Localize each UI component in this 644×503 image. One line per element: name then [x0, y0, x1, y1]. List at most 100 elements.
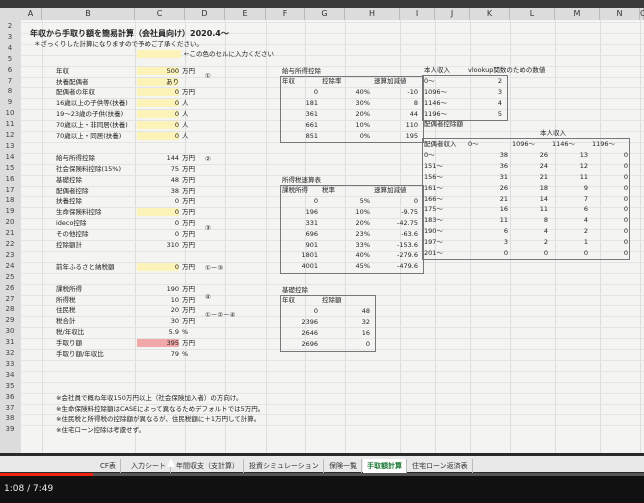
vlookup-cell: 1146～ — [424, 98, 448, 107]
haigu-cell: 0 — [623, 150, 628, 159]
row-number[interactable]: 15 — [0, 164, 20, 173]
mark-4: ④ — [205, 293, 211, 301]
column-header-o[interactable]: O — [640, 8, 644, 20]
row-number[interactable]: 2 — [0, 22, 20, 31]
haigu-cell: 0～ — [424, 150, 435, 159]
column-header-c[interactable]: C — [135, 8, 185, 20]
row-number[interactable]: 21 — [0, 229, 20, 238]
row-number[interactable]: 36 — [0, 393, 20, 402]
sheet-tab-4[interactable]: 保険一覧 — [325, 459, 362, 473]
haigu-cell: 0 — [623, 183, 628, 192]
shotoku-table-cell: 40% — [355, 251, 370, 260]
row-number[interactable]: 38 — [0, 414, 20, 423]
field-value[interactable]: 0 — [137, 121, 179, 130]
row-number[interactable]: 17 — [0, 186, 20, 195]
shotoku-table-cell: 33% — [355, 240, 370, 249]
field-value[interactable]: 0 — [137, 262, 179, 271]
field-value[interactable]: あり — [137, 77, 179, 86]
field-label: 16歳以上の子供等(扶養) — [56, 99, 128, 108]
row-number[interactable]: 14 — [0, 153, 20, 162]
column-header-i[interactable]: I — [400, 8, 435, 20]
column-header-d[interactable]: D — [185, 8, 225, 20]
haigu-cell: 9 — [583, 183, 588, 192]
haigu-cell: 2 — [543, 238, 548, 247]
column-header-g[interactable]: G — [305, 8, 345, 20]
field-label: ideco控除 — [56, 219, 87, 228]
sheet-tab-2[interactable]: 年間収支（支計算） — [172, 459, 244, 473]
row-number[interactable]: 29 — [0, 316, 20, 325]
row-number[interactable]: 39 — [0, 425, 20, 434]
row-number[interactable]: 8 — [0, 87, 20, 96]
field-value: 310 — [166, 241, 179, 249]
row-number[interactable]: 37 — [0, 404, 20, 413]
column-header-j[interactable]: J — [435, 8, 470, 20]
column-header-l[interactable]: L — [510, 8, 555, 20]
sheet-tab-0[interactable]: CF表 — [96, 459, 121, 473]
vlookup-cell: 0～ — [424, 77, 435, 85]
field-value[interactable]: 500 — [137, 66, 179, 75]
sheet-tab-3[interactable]: 投資シミュレーション — [245, 459, 324, 473]
row-number[interactable]: 6 — [0, 66, 20, 75]
haigu-cell: 0 — [623, 216, 628, 225]
field-value[interactable]: 0 — [137, 110, 179, 119]
field-value[interactable]: 0 — [137, 132, 179, 140]
haigu-cell: 4 — [583, 216, 588, 225]
row-number[interactable]: 18 — [0, 196, 20, 205]
row-number[interactable]: 19 — [0, 207, 20, 216]
gridline-col-a — [20, 20, 21, 453]
row-number[interactable]: 30 — [0, 327, 20, 336]
row-number[interactable]: 27 — [0, 295, 20, 304]
row-number[interactable]: 11 — [0, 120, 20, 129]
shotoku-table-title: 所得税速算表 — [282, 176, 321, 184]
row-number[interactable]: 35 — [0, 382, 20, 391]
haigu-cell: 156～ — [424, 172, 443, 181]
row-number[interactable]: 12 — [0, 131, 20, 140]
column-header-b[interactable]: B — [42, 8, 135, 20]
sheet-tab-1[interactable]: 入力シート — [127, 459, 171, 473]
row-number[interactable]: 9 — [0, 98, 20, 107]
row-number[interactable]: 3 — [0, 33, 20, 42]
column-header-h[interactable]: H — [345, 8, 400, 20]
row-number[interactable]: 22 — [0, 240, 20, 249]
vlookup-cell: 3 — [497, 87, 502, 96]
column-header-a[interactable]: A — [20, 8, 42, 20]
row-number[interactable]: 4 — [0, 44, 20, 53]
field-value[interactable]: 0 — [137, 99, 179, 108]
field-label: 70歳以上・同居(扶養) — [56, 132, 122, 140]
kyuyo-table-cell: 30% — [355, 98, 370, 107]
row-number[interactable]: 26 — [0, 284, 20, 293]
kiso-table-cell: 32 — [361, 317, 370, 326]
row-number[interactable]: 7 — [0, 77, 20, 86]
column-header-k[interactable]: K — [470, 8, 510, 20]
field-value: 5.9 — [168, 328, 179, 337]
field-label: 税/年収比 — [56, 328, 85, 337]
column-header-m[interactable]: M — [555, 8, 600, 20]
column-header-n[interactable]: N — [600, 8, 640, 20]
haigu-cell: 31 — [499, 172, 508, 181]
haigu-cell: 13 — [579, 150, 588, 159]
field-value[interactable]: 0 — [137, 208, 179, 217]
column-header-f[interactable]: F — [266, 8, 305, 20]
row-number[interactable]: 32 — [0, 349, 20, 358]
row-number[interactable]: 34 — [0, 371, 20, 380]
video-progress-bar[interactable] — [0, 473, 644, 476]
row-number[interactable]: 20 — [0, 218, 20, 227]
row-number[interactable]: 13 — [0, 142, 20, 151]
row-number[interactable]: 25 — [0, 273, 20, 282]
row-number[interactable]: 5 — [0, 55, 20, 64]
row-number[interactable]: 10 — [0, 109, 20, 118]
column-header-e[interactable]: E — [225, 8, 266, 20]
row-number[interactable]: 23 — [0, 251, 20, 260]
shotoku-table-cell: -42.75 — [397, 218, 418, 227]
sheet-tab-6[interactable]: 住宅ローン返済表 — [408, 459, 473, 473]
row-number[interactable]: 28 — [0, 305, 20, 314]
field-value[interactable]: 0 — [137, 88, 179, 97]
haigu-cell: 0 — [623, 161, 628, 170]
kyuyo-table-cell: 40% — [355, 87, 370, 96]
row-number[interactable]: 24 — [0, 262, 20, 271]
row-number[interactable]: 33 — [0, 360, 20, 369]
row-number[interactable]: 31 — [0, 338, 20, 347]
field-label: 基礎控除 — [56, 175, 82, 184]
row-number[interactable]: 16 — [0, 175, 20, 184]
haigu-cell: 0 — [503, 249, 508, 257]
